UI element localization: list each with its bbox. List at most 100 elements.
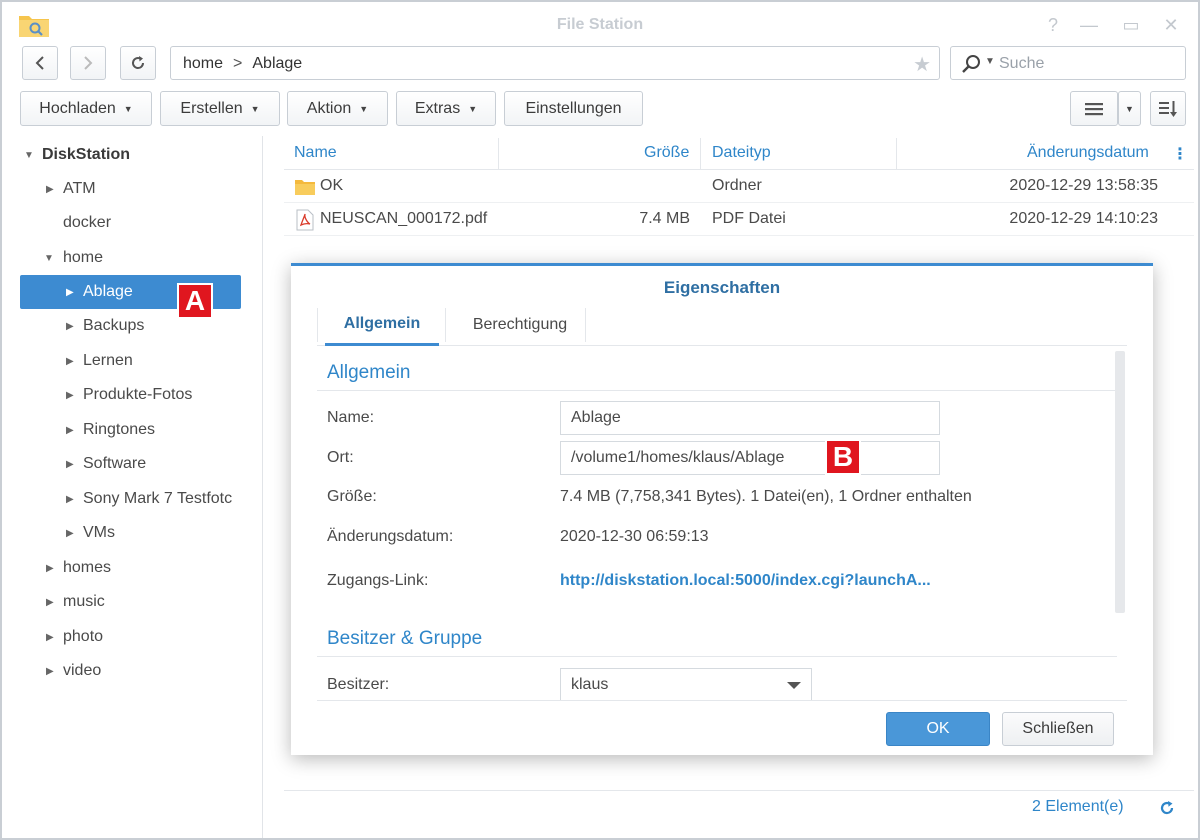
create-button[interactable]: Erstellen ▼: [160, 91, 280, 126]
upload-button[interactable]: Hochladen ▼: [20, 91, 152, 126]
breadcrumb-home[interactable]: home: [183, 55, 223, 72]
tab-divider: [317, 308, 318, 342]
search-field[interactable]: ▼ Suche: [950, 46, 1186, 80]
chevron-down-icon: ▼: [250, 103, 260, 114]
list-view-button[interactable]: [1070, 91, 1118, 126]
sort-button[interactable]: [1150, 91, 1186, 126]
column-name[interactable]: Name: [294, 144, 337, 162]
section-title-owner: Besitzer & Gruppe: [327, 628, 483, 649]
column-divider[interactable]: [896, 138, 897, 170]
label-access-link: Zugangs-Link:: [327, 572, 429, 589]
table-row[interactable]: NEUSCAN_000172.pdf 7.4 MB PDF Datei 2020…: [284, 203, 1194, 236]
sidebar-item-label: photo: [63, 628, 104, 645]
refresh-icon[interactable]: [1158, 799, 1176, 821]
caret-right-icon[interactable]: ▶: [46, 184, 63, 195]
sidebar-item-photo[interactable]: ▶ photo: [46, 620, 103, 654]
column-date[interactable]: Änderungsdatum: [1027, 144, 1149, 162]
caret-right-icon[interactable]: ▶: [66, 459, 83, 470]
sidebar-item-label: Backups: [83, 317, 145, 334]
breadcrumb-ablage[interactable]: Ablage: [252, 55, 302, 72]
sidebar-item-sony-mark-7[interactable]: ▶ Sony Mark 7 Testfotc: [66, 482, 242, 516]
column-size[interactable]: Größe: [644, 144, 689, 162]
caret-right-icon[interactable]: ▶: [66, 287, 83, 298]
column-divider[interactable]: [498, 138, 499, 170]
caret-down-icon[interactable]: ▼: [44, 253, 63, 264]
caret-right-icon[interactable]: ▶: [66, 528, 83, 539]
search-placeholder: Suche: [999, 55, 1045, 72]
tab-berechtigung[interactable]: Berechtigung: [451, 304, 589, 346]
name-field[interactable]: Ablage: [560, 401, 940, 435]
sidebar-item-backups[interactable]: ▶ Backups: [66, 309, 144, 343]
help-icon[interactable]: ?: [1042, 14, 1064, 36]
sidebar-item-software[interactable]: ▶ Software: [66, 447, 146, 481]
caret-right-icon[interactable]: ▶: [46, 632, 63, 643]
path-bar[interactable]: home > Ablage ★: [170, 46, 940, 80]
caret-right-icon[interactable]: ▶: [46, 597, 63, 608]
close-button[interactable]: Schließen: [1002, 712, 1114, 746]
sidebar-item-produkte-fotos[interactable]: ▶ Produkte-Fotos: [66, 378, 192, 412]
item-count: 2 Element(e): [1032, 798, 1124, 815]
caret-right-icon[interactable]: ▶: [66, 425, 83, 436]
dialog-tabs: Allgemein Berechtigung: [317, 304, 1127, 346]
caret-right-icon[interactable]: ▶: [66, 321, 83, 332]
sidebar-item-music[interactable]: ▶ music: [46, 585, 105, 619]
column-divider[interactable]: [700, 138, 701, 170]
title-bar: File Station ? — ▭ ✕: [2, 2, 1198, 48]
sidebar-item-vms[interactable]: ▶ VMs: [66, 516, 115, 550]
refresh-button[interactable]: [120, 46, 156, 80]
chevron-down-icon[interactable]: [787, 682, 801, 689]
caret-right-icon[interactable]: ▶: [66, 390, 83, 401]
file-name: NEUSCAN_000172.pdf: [320, 210, 488, 227]
status-divider: [284, 790, 1194, 791]
sidebar-item-label: Lernen: [83, 352, 133, 369]
minimize-icon[interactable]: —: [1078, 14, 1100, 36]
section-divider: [317, 390, 1117, 391]
action-button[interactable]: Aktion ▼: [287, 91, 388, 126]
folder-icon: [294, 178, 316, 200]
chevron-right-icon: [84, 56, 93, 70]
list-view-icon: [1085, 102, 1103, 115]
properties-dialog: Eigenschaften Allgemein Berechtigung All…: [291, 263, 1153, 755]
sidebar-divider: [262, 136, 263, 838]
search-icon[interactable]: [961, 54, 981, 78]
ok-button[interactable]: OK: [886, 712, 990, 746]
label-modified: Änderungsdatum:: [327, 528, 454, 545]
upload-label: Hochladen: [39, 99, 116, 117]
sidebar-item-docker[interactable]: docker: [63, 206, 111, 240]
dialog-scrollbar[interactable]: [1115, 351, 1125, 613]
chevron-down-icon[interactable]: ▼: [985, 56, 995, 67]
create-label: Erstellen: [180, 99, 243, 117]
marker-a: A: [177, 283, 213, 319]
maximize-icon[interactable]: ▭: [1120, 14, 1142, 36]
tab-allgemein[interactable]: Allgemein: [325, 304, 439, 346]
caret-right-icon[interactable]: ▶: [66, 494, 83, 505]
extras-button[interactable]: Extras ▼: [396, 91, 496, 126]
sidebar-item-home[interactable]: ▼ home: [44, 241, 103, 275]
caret-right-icon[interactable]: ▶: [66, 356, 83, 367]
settings-button[interactable]: Einstellungen: [504, 91, 643, 126]
file-name: OK: [320, 177, 344, 194]
forward-button[interactable]: [70, 46, 106, 80]
tree-root-diskstation[interactable]: ▼ DiskStation: [24, 138, 130, 172]
sidebar-item-homes[interactable]: ▶ homes: [46, 551, 111, 585]
sidebar-item-label: homes: [63, 559, 112, 576]
caret-down-icon[interactable]: ▼: [24, 150, 42, 161]
refresh-icon: [132, 56, 145, 69]
sidebar-item-atm[interactable]: ▶ ATM: [46, 172, 96, 206]
sidebar-item-lernen[interactable]: ▶ Lernen: [66, 344, 133, 378]
caret-right-icon[interactable]: ▶: [46, 666, 63, 677]
close-window-icon[interactable]: ✕: [1160, 14, 1182, 36]
owner-select[interactable]: klaus: [560, 668, 812, 700]
column-type[interactable]: Dateityp: [712, 144, 771, 162]
star-icon[interactable]: ★: [913, 52, 931, 77]
location-field[interactable]: /volume1/homes/klaus/Ablage: [560, 441, 940, 475]
caret-right-icon[interactable]: ▶: [46, 563, 63, 574]
sidebar-item-ringtones[interactable]: ▶ Ringtones: [66, 413, 155, 447]
dialog-title: Eigenschaften: [663, 278, 781, 297]
table-row[interactable]: OK Ordner 2020-12-29 13:58:35: [284, 170, 1194, 203]
view-options-button[interactable]: ▼: [1118, 91, 1141, 126]
column-menu-icon[interactable]: ⋮: [1172, 144, 1188, 164]
back-button[interactable]: [22, 46, 58, 80]
sidebar-item-video[interactable]: ▶ video: [46, 654, 101, 688]
access-link[interactable]: http://diskstation.local:5000/index.cgi?…: [560, 572, 931, 590]
